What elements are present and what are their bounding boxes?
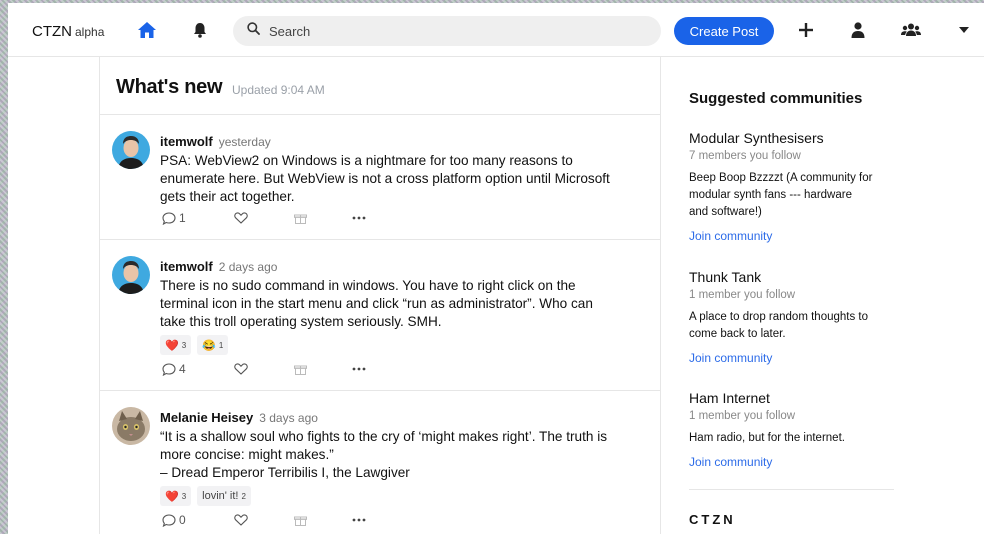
sidebar-divider [689, 489, 894, 490]
post-author[interactable]: itemwolf yesterday [160, 134, 271, 149]
community-card: Modular Synthesisers 7 members you follo… [689, 130, 899, 243]
comment-icon [162, 513, 176, 527]
app-window: CTZN alpha Search Create Post What's new… [8, 3, 984, 534]
feed-header: What's new Updated 9:04 AM [100, 57, 660, 115]
comment-icon [162, 211, 176, 225]
top-nav: CTZN alpha Search Create Post [8, 3, 984, 57]
community-card: Thunk Tank 1 member you follow A place t… [689, 269, 899, 365]
brand-logo[interactable]: CTZN alpha [32, 23, 104, 40]
community-description: A place to drop random thoughts to come … [689, 311, 869, 340]
post[interactable]: Melanie Heisey 3 days ago “It is a shallo… [100, 391, 660, 534]
post-author[interactable]: Melanie Heisey 3 days ago [160, 410, 318, 425]
reaction-laugh[interactable]: 😂 1 [197, 335, 229, 355]
post-time[interactable]: yesterday [219, 135, 271, 149]
community-follow-count: 1 member you follow [689, 410, 796, 422]
post-text: “It is a shallow soul who fights to the … [160, 429, 608, 480]
page-title: What's new [116, 76, 223, 98]
home-icon[interactable] [136, 20, 158, 40]
community-description: Ham radio, but for the internet. [689, 432, 845, 444]
like-button[interactable] [234, 212, 294, 224]
post-actions: 0 [162, 513, 382, 527]
more-options-button[interactable] [352, 518, 382, 522]
community-card: Ham Internet 1 member you follow Ham rad… [689, 390, 899, 469]
community-name[interactable]: Modular Synthesisers [689, 130, 899, 146]
post-actions: 4 [162, 362, 382, 376]
author-name[interactable]: itemwolf [160, 259, 213, 274]
reaction-heart[interactable]: ❤️ 3 [160, 486, 192, 506]
search-bar[interactable]: Search [233, 16, 661, 46]
reply-count: 1 [179, 211, 186, 225]
community-follow-count: 7 members you follow [689, 150, 801, 162]
post-time[interactable]: 3 days ago [259, 411, 318, 425]
post-text: There is no sudo command in windows. You… [160, 278, 593, 329]
post[interactable]: itemwolf 2 days ago There is no sudo comm… [100, 240, 660, 391]
reply-button[interactable]: 0 [162, 513, 234, 527]
reaction-count: 3 [181, 491, 187, 501]
community-follow-count: 1 member you follow [689, 289, 796, 301]
bell-icon[interactable] [190, 20, 210, 40]
post-text: PSA: WebView2 on Windows is a nightmare … [160, 153, 610, 204]
like-button[interactable] [234, 363, 294, 375]
more-options-button[interactable] [352, 216, 382, 220]
join-community-link[interactable]: Join community [689, 455, 899, 469]
reaction-count: 2 [241, 491, 246, 501]
brand-suffix: alpha [75, 25, 105, 39]
feed-column: What's new Updated 9:04 AM itemwolf yeste… [99, 57, 661, 534]
reactions-row: ❤️ 3 lovin' it! 2 [160, 486, 251, 506]
gift-icon [294, 516, 307, 526]
post-author[interactable]: itemwolf 2 days ago [160, 259, 277, 274]
reaction-label: lovin' it! [202, 490, 239, 502]
reply-count: 0 [179, 513, 186, 527]
ellipsis-icon [352, 367, 366, 371]
reply-button[interactable]: 4 [162, 362, 234, 376]
like-button[interactable] [234, 514, 294, 526]
reaction-emoji: 😂 [202, 339, 216, 352]
avatar[interactable] [112, 256, 150, 294]
reply-count: 4 [179, 362, 186, 376]
gift-button[interactable] [294, 363, 352, 375]
more-options-button[interactable] [352, 367, 382, 371]
avatar[interactable] [112, 131, 150, 169]
heart-icon [234, 514, 248, 526]
chevron-down-icon[interactable] [957, 23, 971, 37]
post-time[interactable]: 2 days ago [219, 260, 278, 274]
reaction-count: 3 [181, 340, 187, 350]
reaction-text[interactable]: lovin' it! 2 [197, 486, 251, 506]
reactions-row: ❤️ 3 😂 1 [160, 335, 229, 355]
create-post-button[interactable]: Create Post [674, 17, 774, 45]
user-icon[interactable] [848, 20, 868, 40]
users-icon[interactable] [899, 20, 923, 40]
plus-icon[interactable] [796, 19, 816, 41]
join-community-link[interactable]: Join community [689, 229, 899, 243]
search-icon [247, 22, 260, 40]
reaction-emoji: ❤️ [165, 490, 179, 503]
comment-icon [162, 362, 176, 376]
reaction-count: 1 [218, 340, 224, 350]
sidebar-title: Suggested communities [689, 90, 863, 107]
footer-logo: CTZN [689, 512, 736, 527]
author-name[interactable]: Melanie Heisey [160, 410, 253, 425]
updated-timestamp: Updated 9:04 AM [232, 83, 325, 97]
gift-icon [294, 365, 307, 375]
ellipsis-icon [352, 518, 366, 522]
avatar[interactable] [112, 407, 150, 445]
gift-button[interactable] [294, 212, 352, 224]
heart-icon [234, 363, 248, 375]
reaction-heart[interactable]: ❤️ 3 [160, 335, 192, 355]
join-community-link[interactable]: Join community [689, 351, 899, 365]
community-name[interactable]: Thunk Tank [689, 269, 899, 285]
reply-button[interactable]: 1 [162, 211, 234, 225]
brand-name: CTZN [32, 23, 72, 40]
ellipsis-icon [352, 216, 366, 220]
post-actions: 1 [162, 211, 382, 225]
community-description: Beep Boop Bzzzzt (A community for modula… [689, 172, 873, 218]
community-name[interactable]: Ham Internet [689, 390, 899, 406]
author-name[interactable]: itemwolf [160, 134, 213, 149]
heart-icon [234, 212, 248, 224]
reaction-emoji: ❤️ [165, 339, 179, 352]
gift-icon [294, 214, 307, 224]
search-input[interactable]: Search [269, 24, 310, 39]
post[interactable]: itemwolf yesterday PSA: WebView2 on Windo… [100, 115, 660, 240]
gift-button[interactable] [294, 514, 352, 526]
